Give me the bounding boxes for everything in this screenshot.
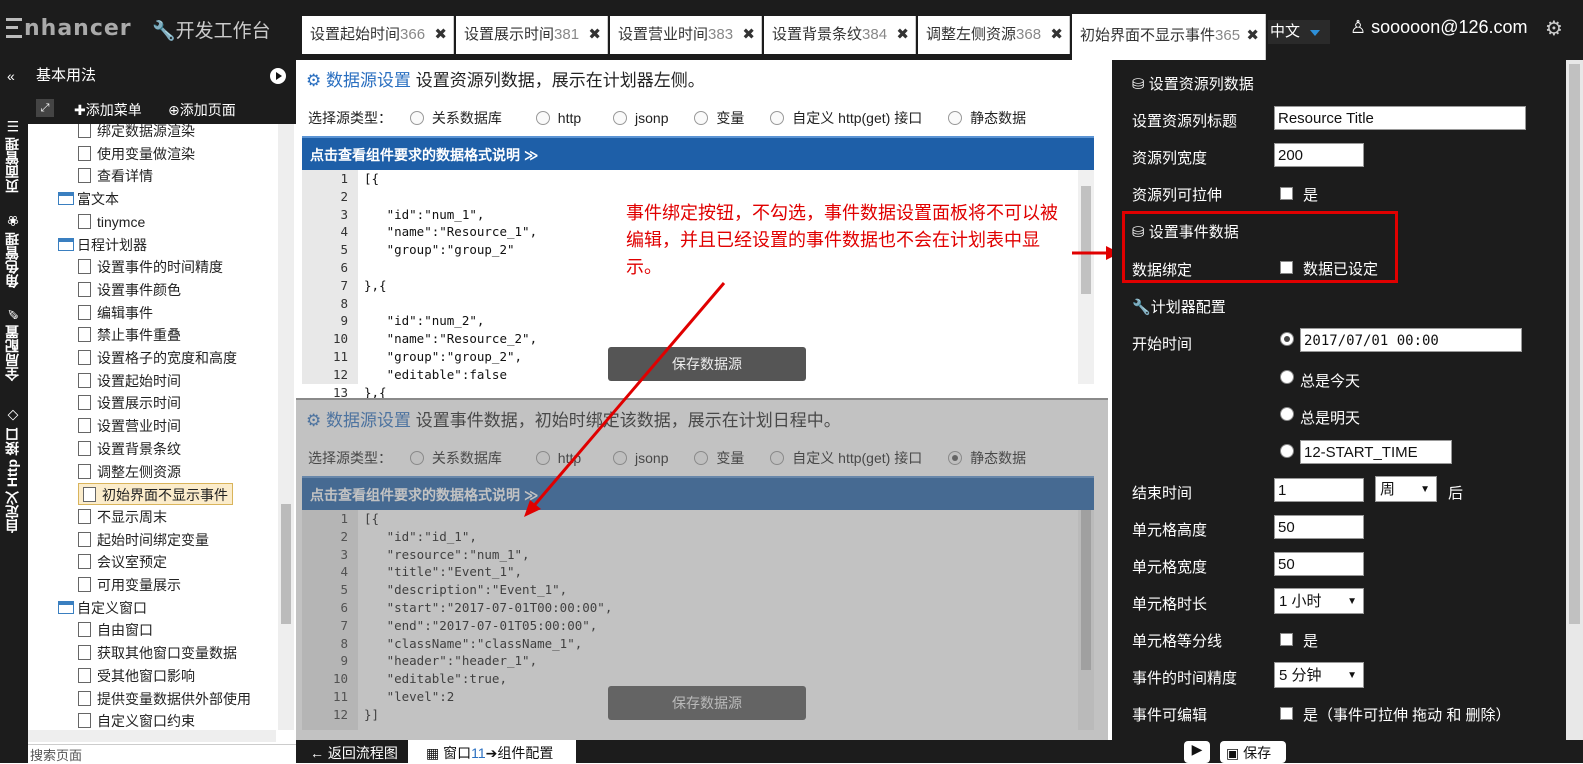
start-tomorrow-radio[interactable] [1280, 407, 1294, 421]
start-time-label: 开始时间 [1132, 336, 1193, 353]
arrow-to-editor [530, 282, 726, 509]
start-time-input[interactable]: 2017/07/01 00:00 [1300, 328, 1522, 352]
cell-divider-field: 是 [1280, 630, 1318, 651]
start-today-label: 总是今天 [1300, 373, 1361, 390]
event-editable-checkbox[interactable] [1280, 707, 1293, 720]
end-suffix: 后 [1448, 485, 1464, 502]
floppy-icon: ▣ [1226, 745, 1244, 761]
end-unit-select[interactable]: 周 [1375, 476, 1437, 503]
start-time-fixed-radio[interactable] [1280, 332, 1294, 346]
resource-width-label: 资源列宽度 [1132, 150, 1208, 167]
start-tomorrow-label: 总是明天 [1300, 410, 1361, 427]
resource-width-input[interactable]: 200 [1274, 143, 1364, 167]
precision-label: 事件的时间精度 [1132, 670, 1238, 687]
properties-scrollbar[interactable] [1548, 60, 1583, 740]
resource-header: ⛁ 设置资源列数据 [1132, 76, 1254, 93]
cell-width-label: 单元格宽度 [1132, 559, 1208, 576]
arrow-right-icon: ➔ [485, 745, 498, 761]
start-today-radio[interactable] [1280, 370, 1294, 384]
resource-title-label: 设置资源列标题 [1132, 113, 1238, 130]
cell-height-label: 单元格高度 [1132, 522, 1208, 539]
cell-duration-label: 单元格时长 [1132, 596, 1208, 613]
highlight-box [1122, 211, 1398, 283]
resource-stretch-label: 资源列可拉伸 [1132, 187, 1223, 204]
end-time-input[interactable]: 1 [1274, 478, 1364, 502]
start-variable-radio[interactable] [1280, 444, 1294, 458]
play-icon: ▶ [1191, 741, 1203, 757]
run-button[interactable]: ▶ [1184, 741, 1210, 763]
resource-stretch-field: 是 [1280, 184, 1318, 205]
scroll-thumb[interactable] [1569, 64, 1580, 624]
bottom-bar: ← 返回流程图 ▦ 窗口11➔组件配置 ▶ ▣ 保存 [296, 740, 1583, 763]
cell-height-input[interactable]: 50 [1274, 515, 1364, 539]
end-time-label: 结束时间 [1132, 485, 1193, 502]
cell-divider-label: 单元格等分线 [1132, 633, 1223, 650]
cell-width-input[interactable]: 50 [1274, 552, 1364, 576]
planner-header: 🔧计划器配置 [1132, 299, 1226, 316]
grid-icon: ▦ [426, 745, 444, 761]
precision-select[interactable]: 5 分钟 [1274, 662, 1364, 689]
cell-duration-select[interactable]: 1 小时 [1274, 588, 1364, 615]
properties-panel: ⛁ 设置资源列数据 设置资源列标题 Resource Title 资源列宽度 2… [1112, 60, 1583, 740]
start-variable-input[interactable]: 12-START_TIME [1300, 440, 1452, 464]
event-editable-label: 事件可编辑 [1132, 707, 1208, 724]
tab-component-config[interactable]: ▦ 窗口11➔组件配置 [408, 740, 576, 763]
arrow-left-icon: ← [310, 745, 328, 761]
event-editable-field: 是（事件可拉伸 拖动 和 删除） [1280, 704, 1511, 725]
cell-divider-checkbox[interactable] [1280, 633, 1293, 646]
save-button[interactable]: ▣ 保存 [1220, 741, 1286, 763]
back-to-flow-button[interactable]: ← 返回流程图 [310, 743, 398, 763]
database-icon: ⛁ [1132, 76, 1149, 93]
wrench-icon: 🔧 [1132, 299, 1151, 316]
resource-title-input[interactable]: Resource Title [1274, 106, 1526, 130]
resource-stretch-checkbox[interactable] [1280, 187, 1293, 200]
